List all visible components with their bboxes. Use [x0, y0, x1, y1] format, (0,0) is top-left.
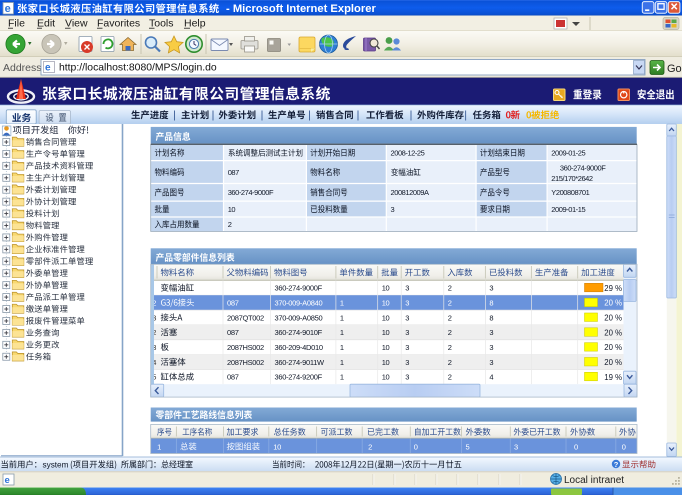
svg-text:- Microsoft Internet Explorer: - Microsoft Internet Explorer: [226, 3, 376, 15]
svg-text:20 %: 20 %: [604, 328, 622, 337]
svg-text:5: 5: [466, 442, 470, 451]
svg-text:215/170*2642: 215/170*2642: [551, 174, 593, 183]
svg-text:0: 0: [414, 442, 418, 451]
svg-text:2009-01-25: 2009-01-25: [551, 149, 585, 158]
svg-text:4: 4: [489, 373, 493, 382]
svg-text:Local intranet: Local intranet: [564, 475, 624, 486]
svg-text:2087QT002: 2087QT002: [227, 313, 264, 322]
svg-text:2009-01-15: 2009-01-15: [551, 205, 585, 214]
svg-text:10: 10: [382, 358, 390, 367]
svg-text:0: 0: [574, 442, 578, 451]
svg-text:087: 087: [228, 168, 239, 177]
svg-text:e: e: [5, 475, 10, 486]
svg-text:1: 1: [340, 358, 344, 367]
svg-text:8: 8: [489, 313, 493, 322]
svg-text:2008-12-25: 2008-12-25: [391, 149, 425, 158]
svg-text:360-274-9000F: 360-274-9000F: [228, 188, 274, 197]
svg-text:3: 3: [405, 343, 409, 352]
svg-text:3: 3: [489, 328, 493, 337]
svg-text:2: 2: [448, 313, 452, 322]
svg-text:e: e: [45, 63, 51, 74]
svg-text:system: system: [43, 460, 69, 469]
svg-text:2087HS002: 2087HS002: [227, 358, 264, 367]
svg-text:087: 087: [227, 328, 239, 337]
svg-text:20 %: 20 %: [604, 343, 622, 352]
svg-text:1: 1: [340, 299, 344, 308]
svg-text:Favorites: Favorites: [97, 18, 140, 30]
svg-text:360-274-9200F: 360-274-9200F: [275, 373, 323, 382]
svg-text:3: 3: [489, 343, 493, 352]
svg-text:370-009-A0850: 370-009-A0850: [275, 313, 323, 322]
svg-text:0: 0: [622, 442, 626, 451]
svg-text:Y200808701: Y200808701: [551, 188, 589, 197]
svg-text:1: 1: [340, 328, 344, 337]
svg-text:360-209-4D010: 360-209-4D010: [275, 343, 323, 352]
svg-text:19 %: 19 %: [604, 373, 622, 382]
svg-text:10: 10: [382, 313, 390, 322]
svg-text:10: 10: [382, 373, 390, 382]
svg-text:3: 3: [405, 313, 409, 322]
svg-text:2: 2: [368, 442, 372, 451]
svg-text:3: 3: [405, 299, 409, 308]
svg-text:2: 2: [448, 299, 452, 308]
svg-text:2: 2: [448, 284, 452, 293]
svg-text:http://localhost:8080/MPS/logi: http://localhost:8080/MPS/login.do: [59, 63, 217, 74]
svg-text:29 %: 29 %: [604, 284, 622, 293]
svg-text:370-009-A0840: 370-009-A0840: [275, 299, 323, 308]
svg-text:?: ?: [614, 460, 619, 469]
svg-text:2: 2: [448, 328, 452, 337]
svg-text:20 %: 20 %: [604, 299, 622, 308]
svg-text:2: 2: [448, 373, 452, 382]
svg-text:e: e: [5, 3, 11, 15]
svg-text:3: 3: [405, 284, 409, 293]
svg-text:200812009A: 200812009A: [391, 188, 429, 197]
svg-text:1: 1: [157, 442, 161, 451]
svg-text:3: 3: [489, 358, 493, 367]
svg-text:2: 2: [228, 220, 232, 229]
svg-text:360-274-9010F: 360-274-9010F: [275, 328, 323, 337]
svg-text:087: 087: [227, 299, 239, 308]
svg-text:3: 3: [489, 284, 493, 293]
svg-text:3: 3: [391, 205, 395, 214]
svg-text:20 %: 20 %: [604, 358, 622, 367]
svg-text:1: 1: [340, 313, 344, 322]
svg-text:3: 3: [514, 442, 518, 451]
svg-text:3: 3: [405, 373, 409, 382]
svg-text:Address: Address: [3, 62, 42, 74]
svg-text:10: 10: [228, 205, 236, 214]
svg-text:360-274-9000F: 360-274-9000F: [560, 163, 606, 172]
svg-text:3: 3: [405, 358, 409, 367]
svg-text:10: 10: [382, 343, 390, 352]
svg-text:1: 1: [340, 373, 344, 382]
svg-text:Go: Go: [667, 63, 682, 75]
svg-text:10: 10: [273, 442, 281, 451]
svg-text:087: 087: [227, 373, 239, 382]
svg-text:3: 3: [405, 328, 409, 337]
svg-text:2087HS002: 2087HS002: [227, 343, 264, 352]
svg-text:8: 8: [489, 299, 493, 308]
svg-text:20 %: 20 %: [604, 313, 622, 322]
svg-text:10: 10: [382, 284, 390, 293]
svg-text:2: 2: [448, 343, 452, 352]
svg-text:360-274-9011W: 360-274-9011W: [275, 358, 326, 367]
svg-text:2: 2: [448, 358, 452, 367]
svg-text:360-274-9000F: 360-274-9000F: [275, 284, 323, 293]
svg-text:10: 10: [382, 299, 390, 308]
svg-text:10: 10: [382, 328, 390, 337]
svg-text:1: 1: [340, 343, 344, 352]
